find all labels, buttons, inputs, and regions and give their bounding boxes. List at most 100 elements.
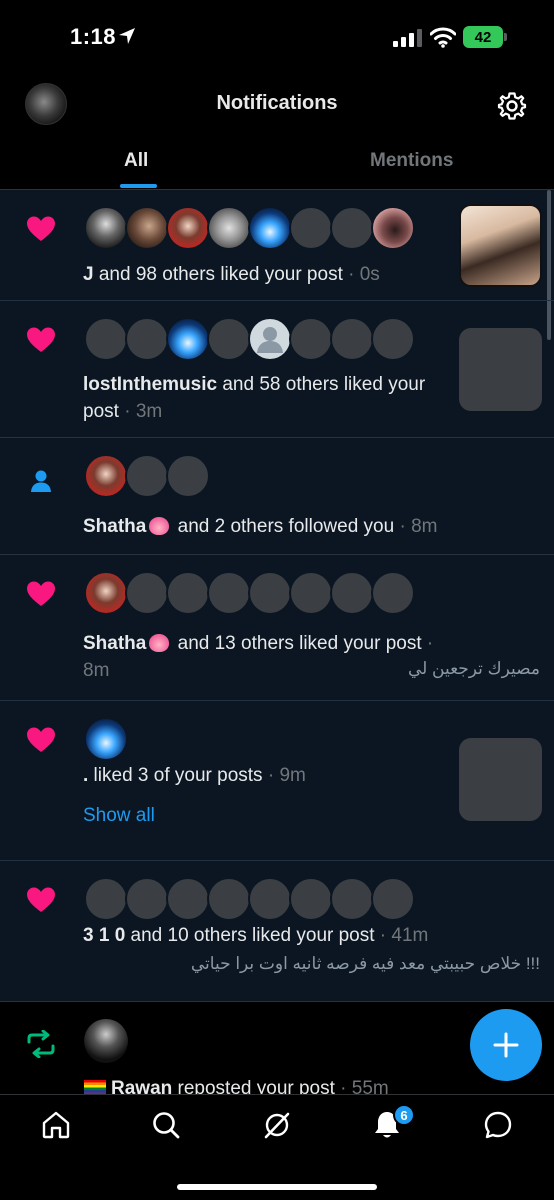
avatar[interactable] (330, 317, 374, 361)
notification-row[interactable]: J and 98 others liked your post · 0s (0, 190, 554, 301)
heart-icon (27, 581, 55, 606)
actor-name[interactable]: Rawan (111, 1078, 172, 1094)
tab-bar: All Mentions (0, 132, 554, 190)
avatar[interactable] (371, 877, 415, 921)
tab-mentions[interactable]: Mentions (370, 150, 453, 172)
actor-name[interactable]: 3 1 0 (83, 925, 125, 946)
default-user-icon (257, 327, 283, 353)
avatar[interactable] (330, 571, 374, 615)
post-thumbnail[interactable] (459, 738, 542, 821)
rainbow-flag-emoji (84, 1080, 106, 1094)
notification-row[interactable]: lostInthemusic and 58 others liked your … (0, 301, 554, 438)
tab-all[interactable]: All (124, 150, 148, 172)
avatar[interactable] (207, 317, 251, 361)
notification-row[interactable]: Shatha and 13 others liked your post · 8… (0, 555, 554, 701)
avatar[interactable] (289, 571, 333, 615)
avatar[interactable] (248, 877, 292, 921)
avatar[interactable] (371, 571, 415, 615)
actor-name[interactable]: Shatha (83, 516, 146, 537)
notification-text: J and 98 others liked your post · 0s (83, 264, 380, 285)
timestamp: 3m (135, 401, 163, 422)
avatar-strip (84, 317, 424, 361)
avatar[interactable] (330, 877, 374, 921)
avatar[interactable] (166, 454, 210, 498)
heart-icon (27, 216, 55, 241)
location-arrow-icon (119, 28, 135, 44)
avatar[interactable] (125, 454, 169, 498)
actor-name[interactable]: J (83, 264, 94, 285)
avatar[interactable] (207, 877, 251, 921)
avatar[interactable] (125, 571, 169, 615)
gear-icon[interactable] (497, 91, 527, 121)
post-thumbnail[interactable] (459, 204, 542, 287)
pink-heart-emoji (149, 517, 170, 535)
notification-row[interactable]: . liked 3 of your posts · 9m Show all (0, 701, 554, 861)
show-all-link[interactable]: Show all (83, 805, 155, 827)
search-icon[interactable] (150, 1109, 182, 1141)
post-snippet: مصيرك ترجعين لي (407, 659, 540, 678)
notification-text: Rawan reposted your post · 55m (84, 1078, 389, 1094)
compose-button[interactable] (470, 1009, 542, 1081)
avatar[interactable] (84, 454, 128, 498)
avatar[interactable] (84, 206, 128, 250)
status-time: 1:18 (70, 24, 117, 49)
avatar[interactable] (125, 206, 169, 250)
home-indicator (177, 1184, 377, 1190)
actor-name[interactable]: lostInthemusic (83, 374, 217, 395)
grok-icon[interactable] (261, 1109, 293, 1141)
avatar[interactable] (330, 206, 374, 250)
avatar[interactable] (371, 206, 415, 250)
avatar[interactable] (166, 877, 210, 921)
battery-icon: 42 (463, 26, 507, 48)
home-icon[interactable] (40, 1109, 72, 1141)
avatar[interactable] (84, 1019, 128, 1063)
actor-name[interactable]: Shatha (83, 633, 146, 654)
avatar[interactable] (289, 877, 333, 921)
timestamp: 41m (391, 925, 429, 946)
timestamp: 55m (351, 1078, 389, 1094)
avatar-strip (84, 717, 134, 761)
status-bar: 1:18 42 (0, 0, 554, 76)
avatar-strip (84, 454, 214, 498)
avatar[interactable] (289, 317, 333, 361)
heart-icon (27, 727, 55, 752)
avatar-strip (84, 571, 424, 615)
wifi-icon (430, 27, 456, 48)
avatar[interactable] (248, 317, 292, 361)
avatar[interactable] (84, 317, 128, 361)
post-snippet: !!! خلاص حبيبتي معد فيه فرصه ثانيه اوت ب… (190, 954, 540, 973)
person-icon (31, 470, 51, 492)
timestamp: 8m (411, 516, 438, 537)
notification-row[interactable]: Shatha and 2 others followed you · 8m (0, 438, 554, 555)
avatar[interactable] (207, 206, 251, 250)
avatar[interactable] (289, 206, 333, 250)
avatar[interactable] (125, 317, 169, 361)
avatar[interactable] (371, 317, 415, 361)
signal-icon (393, 29, 422, 47)
notification-row[interactable]: 3 1 0 and 10 others liked your post · 41… (0, 861, 554, 1002)
avatar[interactable] (166, 206, 210, 250)
notification-badge: 6 (393, 1104, 415, 1126)
plus-icon (493, 1032, 519, 1058)
avatar-strip (84, 877, 424, 921)
avatar[interactable] (125, 877, 169, 921)
avatar-strip (84, 206, 424, 250)
avatar[interactable] (84, 877, 128, 921)
bottom-nav: 6 (0, 1094, 554, 1200)
avatar[interactable] (166, 571, 210, 615)
avatar[interactable] (207, 571, 251, 615)
avatar[interactable] (166, 317, 210, 361)
notification-text: Shatha and 2 others followed you · 8m (83, 516, 438, 537)
avatar[interactable] (84, 571, 128, 615)
battery-level: 42 (463, 26, 503, 48)
messages-icon[interactable] (482, 1109, 514, 1141)
avatar[interactable] (84, 717, 128, 761)
avatar[interactable] (248, 571, 292, 615)
notification-text: lostInthemusic and 58 others liked your … (83, 374, 426, 422)
header: Notifications (0, 76, 554, 132)
post-thumbnail[interactable] (459, 328, 542, 411)
repost-icon (27, 1030, 55, 1058)
avatar[interactable] (248, 206, 292, 250)
timestamp: 0s (359, 264, 380, 285)
notifications-feed[interactable]: J and 98 others liked your post · 0s los… (0, 190, 554, 1002)
